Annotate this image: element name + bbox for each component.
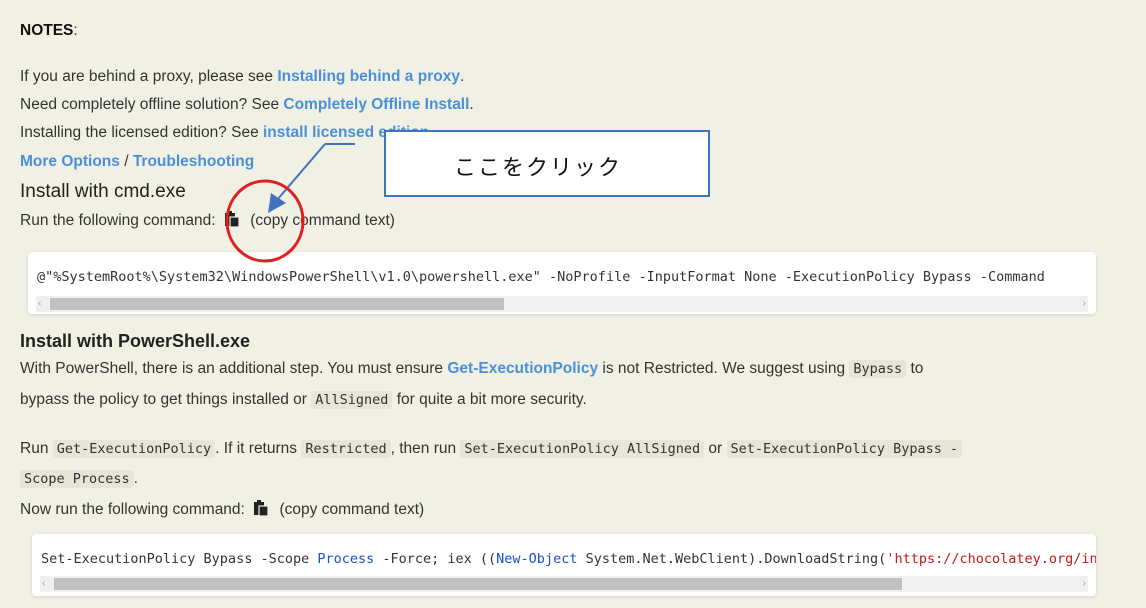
annotation-overlay bbox=[225, 143, 355, 263]
highlight-circle bbox=[225, 179, 305, 263]
arrow-icon bbox=[268, 143, 355, 213]
